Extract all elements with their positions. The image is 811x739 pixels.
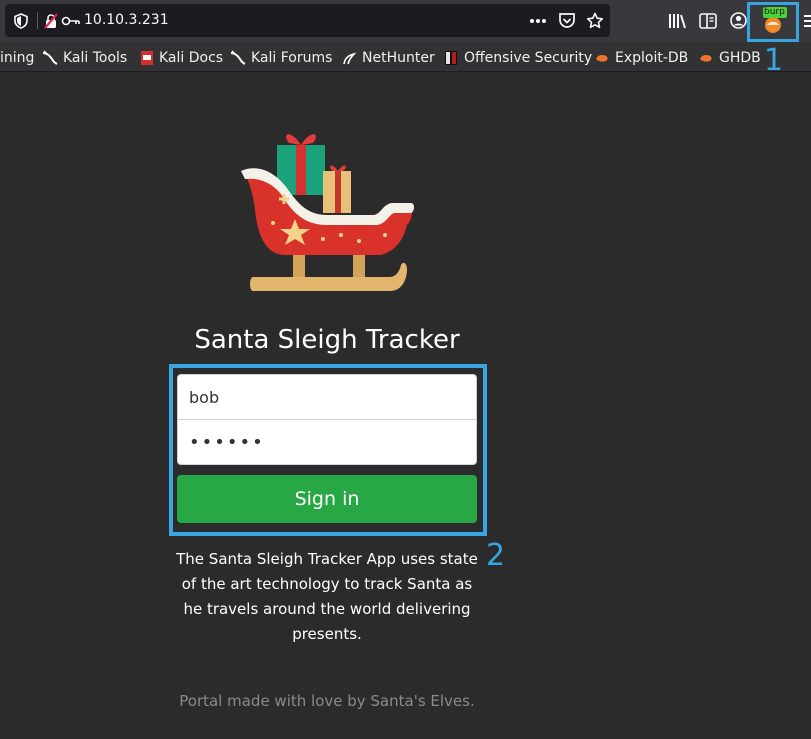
account-icon[interactable] xyxy=(730,12,747,29)
key-icon[interactable] xyxy=(61,14,81,28)
kali-dragon-icon xyxy=(230,50,246,65)
annotation-label-2: 2 xyxy=(486,538,506,573)
bookmark-offensive-security[interactable]: Offensive Security xyxy=(443,48,592,68)
annotation-box-1 xyxy=(747,2,799,42)
kali-docs-icon xyxy=(141,51,153,65)
annotation-box-2 xyxy=(169,364,487,536)
exploitdb-icon xyxy=(700,55,712,62)
page-title: Santa Sleigh Tracker xyxy=(194,325,460,355)
annotation-label-1: 1 xyxy=(764,43,784,78)
nethunter-icon xyxy=(343,52,357,65)
bookmark-exploit-db[interactable]: Exploit-DB xyxy=(594,48,688,68)
bookmark-kali-forums[interactable]: Kali Forums xyxy=(230,48,332,68)
bookmark-label: Kali Tools xyxy=(63,50,128,66)
sleigh-with-presents-icon xyxy=(241,134,414,291)
url-text[interactable]: 10.10.3.231 xyxy=(84,12,169,28)
exploitdb-icon xyxy=(596,55,608,62)
footer-text: Portal made with love by Santa's Elves. xyxy=(179,692,475,710)
url-bar[interactable]: 10.10.3.231 xyxy=(5,4,610,37)
sleigh-logo xyxy=(235,123,420,303)
lock-crossed-icon[interactable] xyxy=(43,13,59,29)
browser-toolbar: 10.10.3.231 burp xyxy=(0,0,811,42)
bookmark-label: Kali Forums xyxy=(251,50,333,66)
bookmark-label: GHDB xyxy=(719,50,761,66)
star-icon[interactable] xyxy=(586,12,604,29)
reader-icon[interactable] xyxy=(699,13,717,29)
shield-icon[interactable] xyxy=(14,13,28,29)
bookmark-label: NetHunter xyxy=(362,50,435,66)
bookmark-label: Exploit-DB xyxy=(615,50,689,66)
bookmark-label: Offensive Security xyxy=(464,50,593,66)
bookmarks-toolbar: ining Kali Tools Kali Docs Kali Forums N… xyxy=(0,42,811,72)
bookmark-label: ining xyxy=(0,50,35,66)
bookmark-ining[interactable]: ining xyxy=(0,48,34,68)
app-description: The Santa Sleigh Tracker App uses state … xyxy=(176,550,478,643)
bookmark-kali-tools[interactable]: Kali Tools xyxy=(42,48,127,68)
urlbar-separator xyxy=(37,12,38,29)
bookmark-ghdb[interactable]: GHDB xyxy=(698,48,761,68)
menu-icon[interactable] xyxy=(804,14,811,28)
bookmark-nethunter[interactable]: NetHunter xyxy=(341,48,435,68)
bookmark-label: Kali Docs xyxy=(159,50,224,66)
bookmark-kali-docs[interactable]: Kali Docs xyxy=(140,48,223,68)
kali-dragon-icon xyxy=(42,50,58,65)
pocket-icon[interactable] xyxy=(558,12,576,29)
offsec-icon xyxy=(445,51,457,65)
more-icon[interactable] xyxy=(529,18,547,24)
library-icon[interactable] xyxy=(668,13,686,29)
